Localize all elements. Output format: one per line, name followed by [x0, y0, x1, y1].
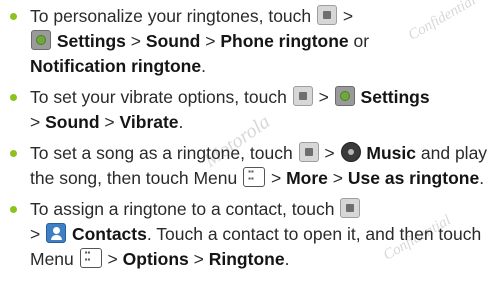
settings-icon	[334, 86, 355, 106]
text: .	[178, 112, 184, 132]
separator: >	[332, 168, 344, 188]
menu-path-notification-ringtone: Notification ringtone	[30, 56, 202, 76]
menu-path-more: More	[286, 168, 328, 188]
text: To set your vibrate options, touch	[30, 87, 287, 107]
menu-path-phone-ringtone: Phone ringtone	[220, 31, 349, 51]
list-item: To set your vibrate options, touch > Set…	[0, 85, 502, 135]
home-screen-icon	[317, 5, 338, 25]
contacts-icon	[46, 223, 67, 243]
menu-path-contacts: Contacts	[71, 224, 147, 244]
menu-path-ringtone: Ringtone	[208, 249, 285, 269]
menu-path-options: Options	[122, 249, 189, 269]
separator: >	[318, 87, 329, 107]
separator: >	[270, 168, 282, 188]
home-screen-icon	[292, 86, 313, 106]
menu-path-sound: Sound	[45, 112, 100, 132]
separator: >	[107, 249, 118, 269]
menu-path-vibrate: Vibrate	[119, 112, 179, 132]
bullet-dot	[10, 206, 17, 213]
separator: >	[193, 249, 204, 269]
text: .	[479, 168, 485, 188]
separator: >	[205, 31, 216, 51]
menu-path-settings: Settings	[56, 31, 126, 51]
text: To assign a ringtone to a contact, touch	[30, 199, 335, 219]
instruction-list: To personalize your ringtones, touch > S…	[0, 4, 502, 278]
text: To personalize your ringtones, touch	[30, 6, 312, 26]
separator: >	[104, 112, 115, 132]
menu-path-sound: Sound	[145, 31, 201, 51]
separator: >	[130, 31, 142, 51]
list-item: To personalize your ringtones, touch > S…	[0, 4, 502, 79]
separator: >	[324, 143, 335, 163]
separator: >	[30, 224, 41, 244]
bullet-dot	[10, 150, 17, 157]
menu-key-icon	[243, 167, 266, 187]
text: or	[353, 31, 370, 51]
bullet-dot	[10, 13, 17, 20]
menu-key-icon	[79, 248, 102, 268]
separator: >	[342, 6, 354, 26]
bullet-dot	[10, 94, 17, 101]
text: .	[284, 249, 290, 269]
settings-icon	[31, 30, 51, 50]
text: To set a song as a ringtone, touch	[30, 143, 293, 163]
text: .	[201, 56, 206, 76]
separator: >	[30, 112, 41, 132]
home-screen-icon	[298, 142, 319, 162]
menu-path-use-as-ringtone: Use as ringtone	[347, 168, 480, 188]
home-screen-icon	[340, 198, 361, 218]
menu-path-music: Music	[366, 143, 417, 163]
music-icon	[340, 142, 361, 162]
list-item: To assign a ringtone to a contact, touch…	[0, 197, 502, 272]
menu-path-settings: Settings	[360, 87, 430, 107]
list-item: To set a song as a ringtone, touch > Mus…	[0, 141, 502, 191]
